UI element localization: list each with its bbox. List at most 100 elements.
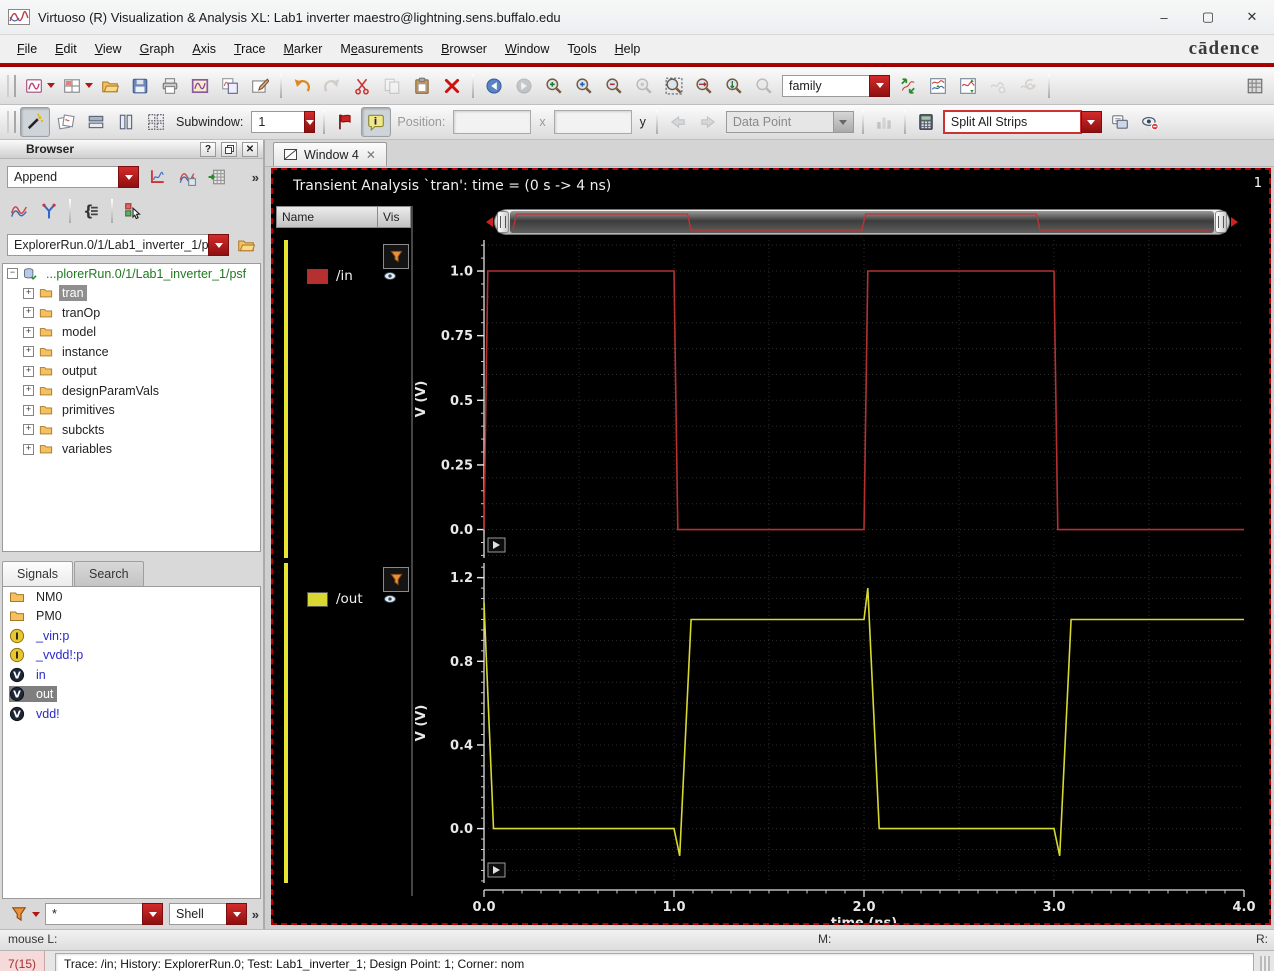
tree-item-output[interactable]: + output xyxy=(3,362,260,382)
filter-pattern-combo-dropdown-button[interactable] xyxy=(142,903,163,925)
probe-signals-button[interactable] xyxy=(35,197,63,225)
position-y-input[interactable] xyxy=(553,110,632,134)
expand-icon[interactable]: + xyxy=(23,404,34,416)
visibility-manager-button[interactable] xyxy=(1136,108,1164,136)
tab-close-icon[interactable]: ✕ xyxy=(366,148,376,162)
plot-in-strip-button[interactable] xyxy=(143,163,171,191)
strip-play-button[interactable] xyxy=(487,537,506,553)
vertical-strips-button[interactable] xyxy=(112,108,140,136)
signal-item-in[interactable]: Vin xyxy=(3,665,260,685)
new-graph-window-button[interactable] xyxy=(20,72,48,100)
panel-overflow-button[interactable]: » xyxy=(252,170,259,185)
subwindow-combo[interactable]: 1 xyxy=(251,111,316,133)
tree-item-tran[interactable]: + tran xyxy=(3,284,260,304)
open-results-button[interactable] xyxy=(233,231,258,259)
delete-button[interactable] xyxy=(438,72,466,100)
menu-trace[interactable]: Trace xyxy=(225,38,275,60)
tree-item-primitives[interactable]: + primitives xyxy=(3,401,260,421)
zoom-out-button[interactable] xyxy=(600,72,628,100)
toolbar-grip[interactable] xyxy=(7,111,16,133)
window-layout-button[interactable] xyxy=(58,72,86,100)
filter-overflow-button[interactable]: » xyxy=(252,907,259,922)
expand-icon[interactable]: + xyxy=(23,346,34,358)
zoom-x-button[interactable] xyxy=(690,72,718,100)
expand-icon[interactable]: + xyxy=(23,365,34,377)
tree-root-row[interactable]: − ...plorerRun.0/1/Lab1_inverter_1/psf xyxy=(3,264,260,284)
signal-item-PM0[interactable]: PM0 xyxy=(3,607,260,627)
plot-mode-combo[interactable]: family xyxy=(782,74,890,97)
show-table-button[interactable] xyxy=(1241,72,1269,100)
expand-icon[interactable]: + xyxy=(23,443,34,455)
tab-search[interactable]: Search xyxy=(74,561,144,586)
tab-window-4[interactable]: Window 4 ✕ xyxy=(273,142,387,166)
undo-button[interactable] xyxy=(288,72,316,100)
minimize-button[interactable]: – xyxy=(1142,0,1186,34)
append-mode-combo[interactable]: Append xyxy=(7,166,139,188)
menu-window[interactable]: Window xyxy=(496,38,558,60)
split-strips-combo[interactable]: Split All Strips xyxy=(942,110,1102,134)
graph-cards-button[interactable] xyxy=(52,108,80,136)
filter-pattern-combo[interactable]: * xyxy=(45,903,163,925)
position-x-input[interactable] xyxy=(453,110,532,134)
results-combo[interactable]: ExplorerRun.0/1/Lab1_inverter_1/psf xyxy=(7,234,229,256)
split-all-signals-button[interactable] xyxy=(954,72,982,100)
tree-item-designParamVals[interactable]: + designParamVals xyxy=(3,381,260,401)
maximize-button[interactable]: ▢ xyxy=(1186,0,1230,34)
filter-menu-arrow-icon[interactable] xyxy=(32,911,40,917)
menu-graph[interactable]: Graph xyxy=(131,38,184,60)
tree-item-subckts[interactable]: + subckts xyxy=(3,420,260,440)
shell-combo-dropdown-button[interactable] xyxy=(226,903,247,925)
export-to-table-button[interactable] xyxy=(203,163,231,191)
menu-help[interactable]: Help xyxy=(606,38,650,60)
copy-graph-button[interactable] xyxy=(216,72,244,100)
message-count-badge[interactable]: 7(15) xyxy=(0,951,46,971)
combine-all-signals-button[interactable] xyxy=(924,72,952,100)
plot-family-button[interactable] xyxy=(173,163,201,191)
signal-item-vvddp[interactable]: I _vvdd!:p xyxy=(3,646,260,666)
zoom-fit-button[interactable] xyxy=(660,72,688,100)
snapshot-button[interactable] xyxy=(186,72,214,100)
browser-panel-header[interactable]: Browser ? ✕ xyxy=(0,140,263,159)
expand-icon[interactable]: + xyxy=(23,326,34,338)
subwindow-combo-dropdown-button[interactable] xyxy=(304,111,316,133)
panel-help-button[interactable]: ? xyxy=(200,141,216,157)
expand-icon[interactable]: + xyxy=(23,385,34,397)
panel-close-button[interactable]: ✕ xyxy=(242,141,258,157)
results-combo-dropdown-button[interactable] xyxy=(208,234,229,256)
calculator-button[interactable] xyxy=(912,108,940,136)
zoom-y-button[interactable] xyxy=(720,72,748,100)
tree-item-instance[interactable]: + instance xyxy=(3,342,260,362)
menu-axis[interactable]: Axis xyxy=(183,38,225,60)
menu-file[interactable]: File xyxy=(8,38,46,60)
marker-flag-button[interactable] xyxy=(331,108,359,136)
data-point-combo-dropdown-button[interactable] xyxy=(832,111,854,133)
grid-layout-button[interactable] xyxy=(142,108,170,136)
open-button[interactable] xyxy=(96,72,124,100)
append-mode-combo-dropdown-button[interactable] xyxy=(118,166,139,188)
signal-item-out[interactable]: Vout xyxy=(3,685,260,705)
menu-measurements[interactable]: Measurements xyxy=(331,38,432,60)
message-bar-grip[interactable] xyxy=(1260,956,1270,971)
split-strips-combo-dropdown-button[interactable] xyxy=(1080,111,1102,133)
tree-item-model[interactable]: + model xyxy=(3,323,260,343)
collapse-icon[interactable]: − xyxy=(7,268,18,280)
panel-float-button[interactable] xyxy=(221,141,237,157)
expand-icon[interactable]: + xyxy=(23,287,34,299)
filter-funnel-button[interactable] xyxy=(5,900,33,928)
toolbar-grip[interactable] xyxy=(7,74,16,97)
tree-item-tranOp[interactable]: + tranOp xyxy=(3,303,260,323)
plot-signals-button[interactable] xyxy=(5,197,33,225)
data-point-combo[interactable]: Data Point xyxy=(725,111,854,133)
signal-item-vinp[interactable]: I _vin:p xyxy=(3,626,260,646)
signal-item-NM0[interactable]: NM0 xyxy=(3,587,260,607)
signal-item-vdd[interactable]: Vvdd! xyxy=(3,704,260,724)
plot-mode-combo-dropdown-button[interactable] xyxy=(869,74,890,97)
expressions-button[interactable]: { xyxy=(77,197,105,225)
expand-icon[interactable]: + xyxy=(23,307,34,319)
strip-play-button[interactable] xyxy=(487,862,506,878)
cut-button[interactable] xyxy=(348,72,376,100)
zoom-in-button[interactable] xyxy=(540,72,568,100)
save-button[interactable] xyxy=(126,72,154,100)
paste-button[interactable] xyxy=(408,72,436,100)
print-button[interactable] xyxy=(156,72,184,100)
